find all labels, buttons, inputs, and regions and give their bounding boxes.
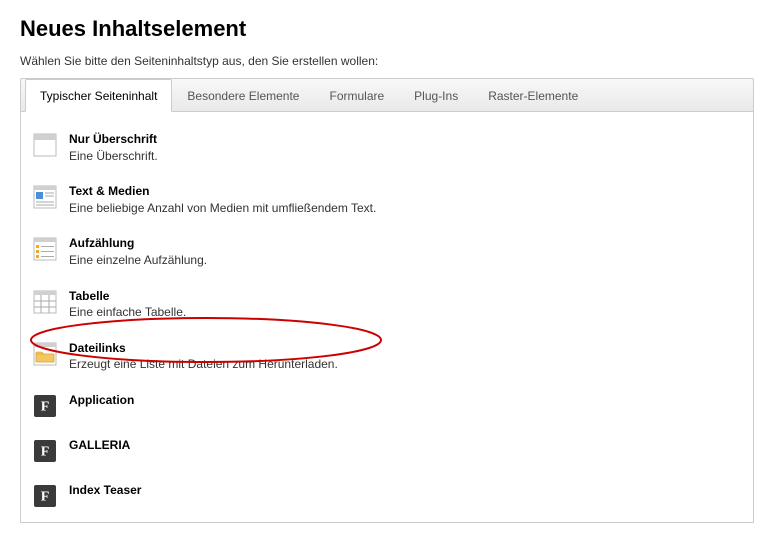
tab-special-elements[interactable]: Besondere Elemente [172,80,314,111]
tab-label: Typischer Seiteninhalt [40,89,157,103]
item-desc: Erzeugt eine Liste mit Dateien zum Herun… [69,357,338,373]
item-title: Tabelle [69,289,186,305]
tab-label: Plug-Ins [414,89,458,103]
item-desc: Eine einzelne Aufzählung. [69,253,207,269]
table-icon [33,290,57,314]
tabs-bar: Typischer Seiteninhalt Besondere Element… [20,78,754,112]
item-galleria[interactable]: F GALLERIA [25,432,749,469]
item-title: Nur Überschrift [69,132,158,148]
item-desc: Eine einfache Tabelle. [69,305,186,321]
tab-forms[interactable]: Formulare [314,80,399,111]
item-bullet-list[interactable]: Aufzählung Eine einzelne Aufzählung. [25,230,749,274]
file-links-icon [33,342,57,366]
item-title: Application [69,393,134,409]
index-teaser-icon: F [33,484,57,508]
item-index-teaser[interactable]: F Index Teaser [25,477,749,514]
tab-label: Besondere Elemente [187,89,299,103]
tab-grid-elements[interactable]: Raster-Elemente [473,80,593,111]
item-desc: Eine beliebige Anzahl von Medien mit umf… [69,201,376,217]
tab-plugins[interactable]: Plug-Ins [399,80,473,111]
item-application[interactable]: F Application [25,387,749,424]
item-file-links[interactable]: Dateilinks Erzeugt eine Liste mit Dateie… [25,335,749,379]
tab-label: Raster-Elemente [488,89,578,103]
item-text-media[interactable]: Text & Medien Eine beliebige Anzahl von … [25,178,749,222]
galleria-icon: F [33,439,57,463]
svg-text:F: F [41,489,50,504]
svg-text:F: F [41,444,50,459]
item-title: Index Teaser [69,483,141,499]
item-table[interactable]: Tabelle Eine einfache Tabelle. [25,283,749,327]
tab-label: Formulare [329,89,384,103]
item-title: Aufzählung [69,236,207,252]
item-header-only[interactable]: Nur Überschrift Eine Überschrift. [25,126,749,170]
tab-typical-content[interactable]: Typischer Seiteninhalt [25,79,172,112]
text-media-icon [33,185,57,209]
application-icon: F [33,394,57,418]
item-desc: Eine Überschrift. [69,149,158,165]
svg-text:F: F [41,399,50,414]
bullet-list-icon [33,237,57,261]
header-icon [33,133,57,157]
item-title: GALLERIA [69,438,130,454]
content-panel: Nur Überschrift Eine Überschrift. Text &… [20,112,754,523]
page-title: Neues Inhaltselement [20,16,754,42]
intro-text: Wählen Sie bitte den Seiteninhaltstyp au… [20,54,754,68]
item-title: Text & Medien [69,184,376,200]
item-title: Dateilinks [69,341,338,357]
